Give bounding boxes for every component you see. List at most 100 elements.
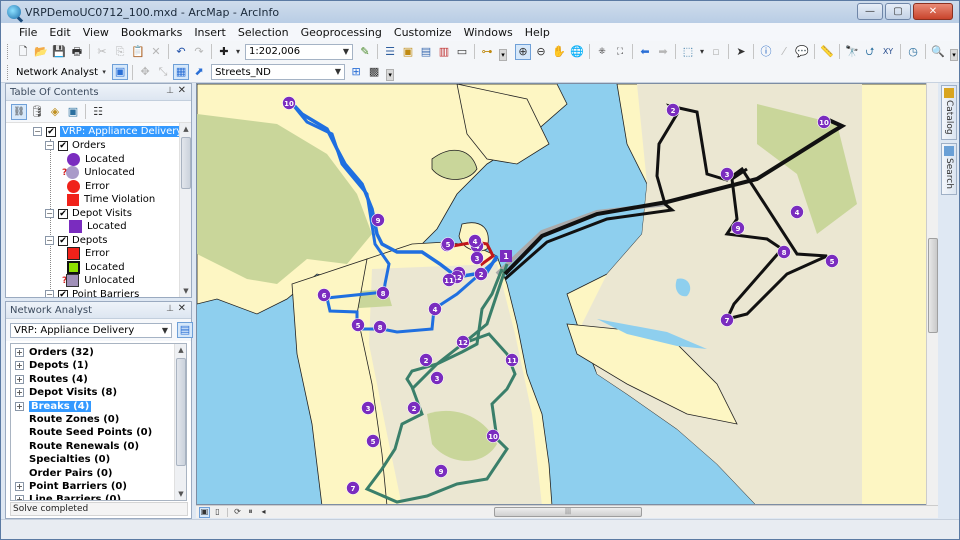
- network-analyst-scrollbar[interactable]: ▲ ▼: [174, 344, 186, 500]
- fixed-zoom-out-icon[interactable]: ⛶: [612, 44, 628, 60]
- create-viewer-window-icon[interactable]: 🔍: [930, 44, 946, 60]
- find-route-icon[interactable]: ⮍: [862, 44, 878, 60]
- fixed-zoom-in-icon[interactable]: ⁜: [594, 44, 610, 60]
- analysis-layer-combobox[interactable]: VRP: Appliance Delivery ▼: [10, 322, 172, 338]
- hyperlink-icon[interactable]: ⁄: [776, 44, 792, 60]
- python-window-icon[interactable]: ▭: [454, 44, 470, 60]
- delete-icon[interactable]: ✕: [148, 44, 164, 60]
- scroll-up-icon[interactable]: ▲: [180, 123, 191, 135]
- network-identify-icon[interactable]: ▩: [366, 64, 382, 80]
- network-class-item[interactable]: Route Zones (0): [15, 413, 119, 426]
- network-class-item[interactable]: Route Seed Points (0): [15, 426, 152, 439]
- save-icon[interactable]: 💾: [51, 44, 67, 60]
- create-network-location-icon[interactable]: ✥: [137, 64, 153, 80]
- network-class-item[interactable]: Specialties (0): [15, 453, 110, 466]
- network-class-item[interactable]: + Point Barriers (0): [15, 480, 127, 493]
- redo-icon[interactable]: ↷: [191, 44, 207, 60]
- pan-icon[interactable]: ✋: [551, 44, 567, 60]
- expand-icon[interactable]: +: [15, 388, 24, 398]
- collapse-icon[interactable]: −: [45, 236, 54, 245]
- undo-icon[interactable]: ↶: [173, 44, 189, 60]
- network-class-item[interactable]: + Breaks (4): [15, 400, 92, 413]
- measure-icon[interactable]: 📏: [819, 44, 835, 60]
- group-name[interactable]: Depots: [72, 235, 107, 246]
- network-class-item[interactable]: Route Renewals (0): [15, 440, 139, 453]
- group-name[interactable]: Depot Visits: [72, 208, 132, 219]
- menu-bookmarks[interactable]: Bookmarks: [115, 26, 188, 39]
- expand-icon[interactable]: +: [15, 482, 24, 491]
- select-elements-icon[interactable]: ➤: [733, 44, 749, 60]
- full-extent-icon[interactable]: 🌐: [569, 44, 585, 60]
- point-barriers-checkbox[interactable]: ✔: [58, 289, 68, 297]
- toolbar-options-icon[interactable]: ▾: [950, 48, 958, 61]
- scroll-down-icon[interactable]: ▼: [175, 488, 186, 500]
- depot-visits-checkbox[interactable]: ✔: [58, 208, 68, 219]
- forward-extent-icon[interactable]: ➡: [655, 44, 671, 60]
- menu-help[interactable]: Help: [519, 26, 556, 39]
- map-scale-combobox[interactable]: 1:202,006 ▼: [245, 43, 353, 60]
- find-icon[interactable]: 🔭: [844, 44, 860, 60]
- pin-icon[interactable]: ⊥: [166, 86, 174, 96]
- back-extent-icon[interactable]: ⬅: [637, 44, 653, 60]
- time-slider-icon[interactable]: ◷: [905, 44, 921, 60]
- time-windows-icon[interactable]: ▦: [173, 64, 190, 80]
- scroll-up-icon[interactable]: ▲: [175, 344, 186, 356]
- select-move-network-location-icon[interactable]: ⤡: [155, 64, 171, 80]
- collapse-icon[interactable]: −: [33, 127, 42, 136]
- select-dropdown-icon[interactable]: ▾: [698, 44, 706, 60]
- cut-icon[interactable]: ✂: [94, 44, 110, 60]
- scroll-left-icon[interactable]: ◂: [258, 507, 269, 518]
- copy-icon[interactable]: ⎘: [112, 44, 128, 60]
- paste-icon[interactable]: 📋: [130, 44, 146, 60]
- refresh-icon[interactable]: ⟳: [232, 507, 243, 518]
- catalog-tab[interactable]: Catalog: [941, 85, 957, 140]
- map-canvas[interactable]: 1095411868541211232357910111232452345789…: [197, 84, 938, 505]
- editor-toolbar-icon[interactable]: ✎: [357, 44, 373, 60]
- group-name[interactable]: Point Barriers: [72, 289, 139, 297]
- map-view[interactable]: 1095411868541211232357910111232452345789…: [196, 83, 938, 505]
- table-of-contents-icon[interactable]: ☰: [382, 44, 398, 60]
- menu-edit[interactable]: Edit: [43, 26, 76, 39]
- scrollbar-thumb[interactable]: [928, 238, 938, 333]
- group-name[interactable]: Orders: [72, 140, 106, 151]
- identify-icon[interactable]: ⓘ: [758, 44, 774, 60]
- scrollbar-thumb[interactable]: [176, 358, 186, 466]
- search-tab[interactable]: Search: [941, 143, 957, 195]
- collapse-icon[interactable]: −: [45, 209, 54, 218]
- toc-scrollbar[interactable]: ▲ ▼: [179, 123, 191, 297]
- toolbar-grip[interactable]: [7, 64, 10, 80]
- collapse-icon[interactable]: −: [45, 290, 54, 297]
- list-by-selection-icon[interactable]: ▣: [65, 104, 81, 120]
- search-window-icon[interactable]: ▤: [418, 44, 434, 60]
- data-view-icon[interactable]: ▣: [199, 506, 210, 518]
- expand-icon[interactable]: +: [15, 374, 24, 384]
- layer-name[interactable]: VRP: Appliance Delivery: [60, 126, 185, 137]
- scrollbar-thumb[interactable]: [181, 137, 191, 189]
- close-button[interactable]: ✕: [913, 3, 953, 20]
- network-class-item[interactable]: + Routes (4): [15, 373, 88, 386]
- map-horizontal-scrollbar-thumb[interactable]: |||: [494, 507, 642, 517]
- menu-selection[interactable]: Selection: [232, 26, 295, 39]
- list-by-visibility-icon[interactable]: ◈: [47, 104, 63, 120]
- minimize-button[interactable]: —: [857, 3, 883, 20]
- go-to-xy-icon[interactable]: XY: [880, 44, 896, 60]
- expand-icon[interactable]: +: [15, 348, 24, 357]
- pause-drawing-icon[interactable]: ⏸: [245, 507, 256, 518]
- scroll-down-icon[interactable]: ▼: [180, 285, 191, 297]
- map-vertical-scrollbar[interactable]: [926, 83, 938, 505]
- clear-selection-icon[interactable]: ▫: [708, 44, 724, 60]
- network-class-item[interactable]: + Orders (32): [15, 346, 94, 359]
- pin-icon[interactable]: ⊥: [166, 304, 174, 314]
- list-by-drawing-order-icon[interactable]: ⛓: [11, 103, 27, 120]
- expand-icon[interactable]: +: [15, 401, 24, 411]
- layer-visibility-checkbox[interactable]: ✔: [46, 126, 56, 137]
- modelbuilder-icon[interactable]: ⊶: [479, 44, 495, 60]
- html-popup-icon[interactable]: 💬: [794, 44, 810, 60]
- zoom-out-icon[interactable]: ⊖: [533, 44, 549, 60]
- catalog-window-icon[interactable]: ▣: [400, 44, 416, 60]
- collapse-icon[interactable]: −: [45, 141, 54, 150]
- network-analyst-window-icon[interactable]: ▣: [112, 64, 129, 80]
- select-features-icon[interactable]: ⬚: [680, 44, 696, 60]
- close-icon[interactable]: ✕: [178, 303, 186, 314]
- network-dataset-combobox[interactable]: Streets_ND ▼: [211, 64, 346, 80]
